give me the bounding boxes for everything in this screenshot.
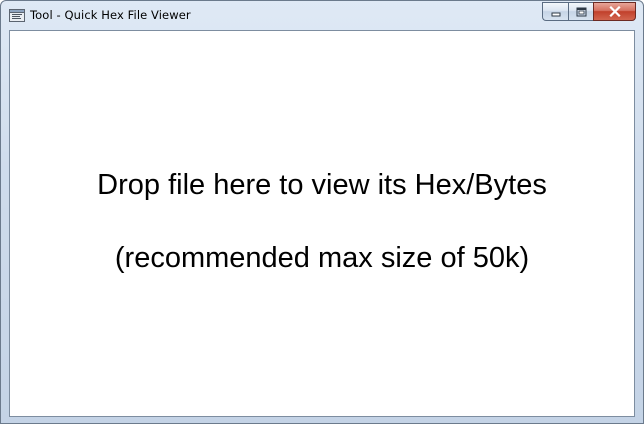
app-window: Tool - Quick Hex File Viewer Drop file h… [0,0,644,424]
window-title: Tool - Quick Hex File Viewer [30,8,191,22]
drop-zone[interactable]: Drop file here to view its Hex/Bytes (re… [9,30,635,417]
minimize-button[interactable] [542,2,568,21]
close-button[interactable] [593,2,636,21]
maximize-button[interactable] [568,2,593,21]
close-icon [608,6,621,17]
app-window-icon[interactable] [9,9,25,22]
title-bar[interactable]: Tool - Quick Hex File Viewer [1,1,643,29]
minimize-icon [551,12,560,16]
size-recommendation-text: (recommended max size of 50k) [114,242,530,274]
maximize-icon [576,7,586,16]
drop-instruction-text: Drop file here to view its Hex/Bytes [97,169,547,201]
caption-buttons [542,2,636,21]
